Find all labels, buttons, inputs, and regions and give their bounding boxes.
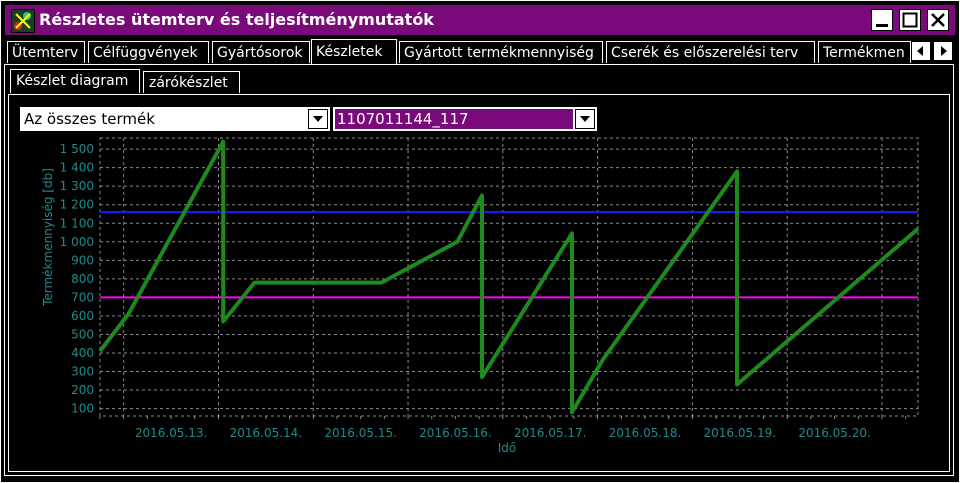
- y-tick-label: 800: [71, 272, 94, 286]
- y-tick-label: 700: [71, 290, 94, 304]
- y-tick-label: 1 400: [60, 161, 94, 175]
- y-tick-label: 1 200: [60, 198, 94, 212]
- y-tick-label: 300: [71, 365, 94, 379]
- x-tick-label: 2016.05.20.: [798, 426, 871, 440]
- y-tick-label: 500: [71, 327, 94, 341]
- inventory-chart: 100 200 300 400 500 600 700 800 900 1 000 1 100 1 2…: [41, 137, 920, 455]
- x-tick-label: 2016.05.17.: [514, 426, 587, 440]
- y-tick-label: 1 500: [60, 142, 94, 156]
- y-tick-label: 100: [71, 402, 94, 416]
- x-tick-label: 2016.05.16.: [419, 426, 492, 440]
- x-tick-label: 2016.05.15.: [324, 426, 397, 440]
- y-tick-label: 1 300: [60, 179, 94, 193]
- y-tick-label: 1 100: [60, 216, 94, 230]
- x-tick-label: 2016.05.18.: [609, 426, 682, 440]
- y-tick-label: 1 000: [60, 235, 94, 249]
- x-axis-title: Idő: [498, 441, 517, 455]
- y-tick-label: 900: [71, 253, 94, 267]
- y-axis-title: Termékmennyiség [db]: [41, 168, 55, 307]
- y-tick-label: 400: [71, 346, 94, 360]
- x-tick-label: 2016.05.19.: [704, 426, 777, 440]
- x-tick-label: 2016.05.14.: [230, 426, 303, 440]
- y-tick-label: 200: [71, 383, 94, 397]
- x-tick-label: 2016.05.13.: [135, 426, 208, 440]
- y-tick-label: 600: [71, 309, 94, 323]
